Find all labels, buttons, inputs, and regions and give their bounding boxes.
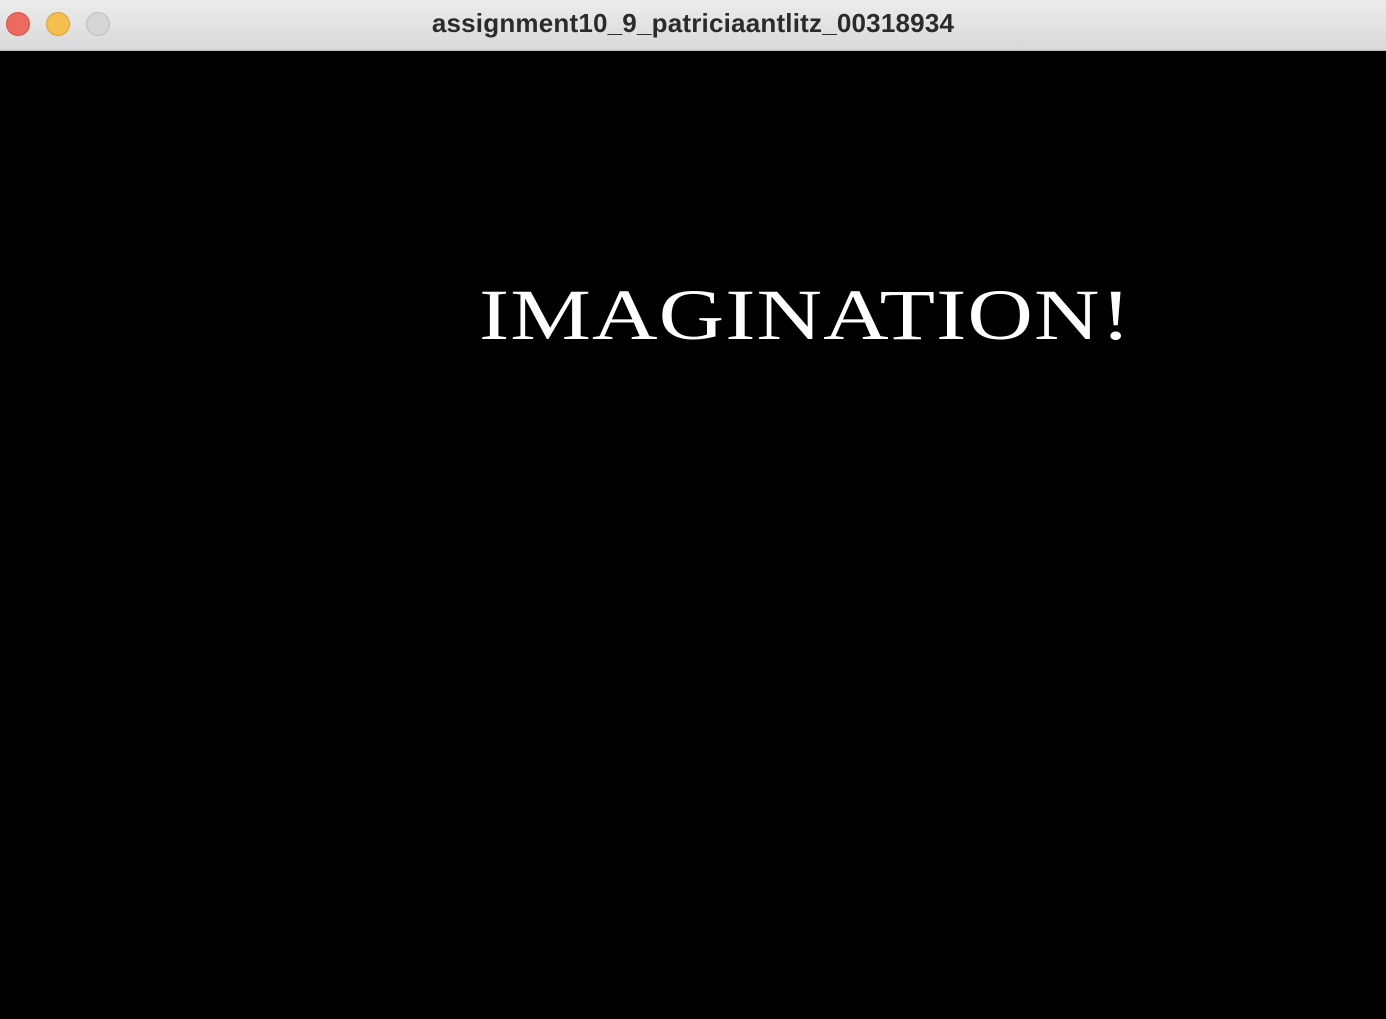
imagination-text: IMAGINATION! <box>479 275 1132 356</box>
title-bar[interactable]: assignment10_9_patriciaantlitz_00318934 <box>0 0 1386 51</box>
app-window: assignment10_9_patriciaantlitz_00318934 … <box>0 0 1386 1019</box>
sketch-canvas[interactable]: IMAGINATION! <box>0 51 1386 1019</box>
window-title: assignment10_9_patriciaantlitz_00318934 <box>431 8 955 38</box>
